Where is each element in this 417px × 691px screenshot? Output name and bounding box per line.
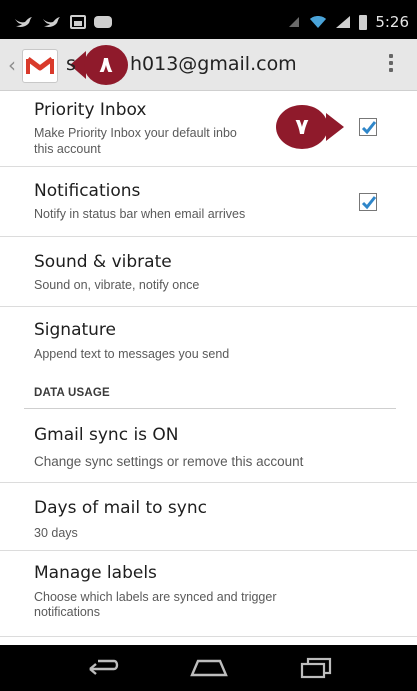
annotation-badge-8: ٨ — [84, 45, 128, 85]
gmail-logo[interactable] — [22, 49, 58, 83]
setting-subtitle: Sound on, vibrate, notify once — [34, 278, 200, 292]
setting-subtitle: Notify in status bar when email arrives — [34, 207, 246, 221]
twitter-icon — [43, 16, 60, 27]
setting-subtitle: Choose which labels are synced and trigg… — [34, 590, 277, 604]
setting-title: Days of mail to sync — [34, 498, 207, 518]
setting-gmail-sync[interactable]: Gmail sync is ON Change sync settings or… — [0, 409, 417, 483]
gmail-envelope-icon — [26, 57, 54, 74]
setting-subtitle: Append text to messages you send — [34, 347, 230, 361]
annotation-badge-7: ٧ — [276, 105, 328, 149]
up-navigation-icon[interactable]: ‹ — [8, 53, 16, 77]
setting-priority-inbox[interactable]: Priority Inbox Make Priority Inbox your … — [0, 91, 417, 167]
annotation-arrow — [326, 113, 344, 141]
status-bar: 5:26 — [0, 5, 417, 39]
setting-title: Notifications — [34, 181, 141, 201]
status-notifications — [14, 15, 112, 29]
check-icon — [361, 121, 377, 135]
priority-inbox-checkbox[interactable] — [359, 118, 377, 136]
setting-title: Gmail sync is ON — [34, 425, 179, 445]
notifications-checkbox[interactable] — [359, 193, 377, 211]
action-bar: ‹ ٨ s h013@gmail.com — [0, 39, 417, 91]
home-icon[interactable] — [186, 655, 232, 681]
wifi-icon — [310, 16, 327, 28]
setting-subtitle-line2: this account — [34, 142, 101, 156]
setting-manage-labels[interactable]: Manage labels Choose which labels are sy… — [0, 551, 417, 637]
back-icon[interactable] — [79, 655, 125, 681]
phone-screen: 5:26 ‹ ٨ s h013@gmail.com Priority Inbox… — [0, 0, 417, 691]
setting-title: Manage labels — [34, 563, 157, 583]
account-prefix: s — [66, 53, 76, 75]
signal-dim-icon — [289, 17, 300, 27]
setting-subtitle: 30 days — [34, 526, 78, 540]
setting-title: Sound & vibrate — [34, 252, 172, 272]
section-header-data-usage: DATA USAGE — [34, 387, 110, 399]
setting-days-of-mail[interactable]: Days of mail to sync 30 days — [0, 483, 417, 551]
chat-icon — [94, 16, 112, 28]
cell-signal-icon — [336, 16, 351, 28]
status-system: 5:26 — [287, 13, 409, 31]
overflow-menu-icon[interactable] — [387, 51, 395, 81]
setting-subtitle: Change sync settings or remove this acco… — [34, 454, 304, 469]
image-icon — [70, 15, 86, 29]
setting-subtitle-line2: notifications — [34, 605, 101, 619]
navigation-bar — [0, 645, 417, 691]
setting-sound-vibrate[interactable]: Sound & vibrate Sound on, vibrate, notif… — [0, 237, 417, 307]
twitter-icon — [15, 16, 32, 27]
battery-icon — [359, 14, 368, 30]
setting-subtitle: Make Priority Inbox your default inbo — [34, 126, 237, 140]
check-icon — [361, 196, 377, 210]
recent-apps-icon[interactable] — [293, 655, 339, 681]
setting-signature[interactable]: Signature Append text to messages you se… — [0, 307, 417, 373]
account-email: h013@gmail.com — [130, 53, 297, 75]
status-time: 5:26 — [375, 13, 409, 31]
setting-title: Priority Inbox — [34, 100, 147, 120]
setting-notifications[interactable]: Notifications Notify in status bar when … — [0, 167, 417, 237]
setting-title: Signature — [34, 320, 117, 340]
